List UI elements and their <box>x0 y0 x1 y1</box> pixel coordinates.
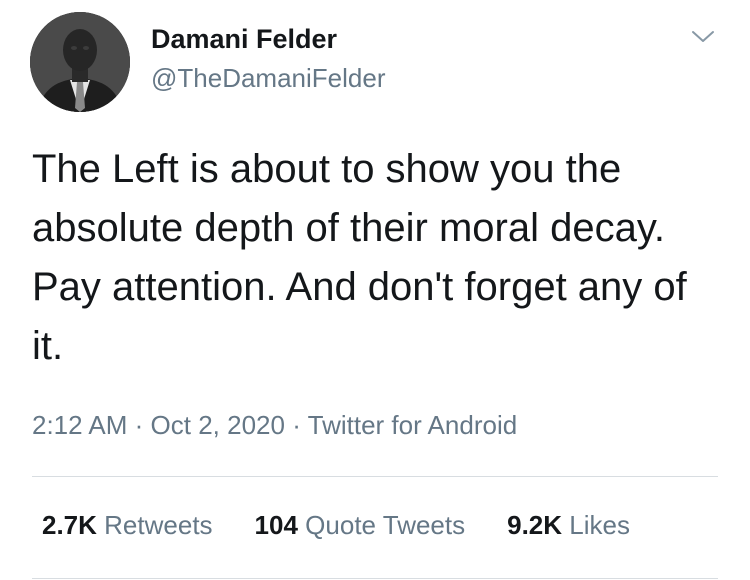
author-handle[interactable]: @TheDamaniFelder <box>151 62 385 94</box>
tweet-date[interactable]: Oct 2, 2020 <box>151 410 285 440</box>
meta-separator: · <box>292 410 301 440</box>
tweet-meta: 2:12 AM · Oct 2, 2020 · Twitter for Andr… <box>32 408 517 442</box>
divider <box>32 578 718 579</box>
tweet-source[interactable]: Twitter for Android <box>308 410 518 440</box>
quote-tweets-count: 104 <box>254 510 298 540</box>
tweet-stats: 2.7K Retweets 104 Quote Tweets 9.2K Like… <box>42 508 630 542</box>
likes-label: Likes <box>569 510 630 540</box>
divider <box>32 476 718 477</box>
chevron-down-icon[interactable] <box>690 26 716 46</box>
meta-separator: · <box>134 410 144 440</box>
quote-tweets-label: Quote Tweets <box>305 510 466 540</box>
tweet-time[interactable]: 2:12 AM <box>32 410 127 440</box>
retweets-stat[interactable]: 2.7K Retweets <box>42 508 213 542</box>
likes-stat[interactable]: 9.2K Likes <box>507 508 630 542</box>
avatar[interactable] <box>30 12 130 112</box>
avatar-image <box>30 12 130 112</box>
retweets-count: 2.7K <box>42 510 97 540</box>
author-display-name[interactable]: Damani Felder <box>151 23 337 55</box>
tweet-text: The Left is about to show you the absolu… <box>32 147 687 368</box>
quote-tweets-stat[interactable]: 104 Quote Tweets <box>255 508 466 542</box>
retweets-label: Retweets <box>104 510 213 540</box>
chevron-down-icon-glyph <box>692 31 714 42</box>
tweet-card: Damani Felder @TheDamaniFelder The Left … <box>0 0 750 580</box>
likes-count: 9.2K <box>507 510 563 540</box>
